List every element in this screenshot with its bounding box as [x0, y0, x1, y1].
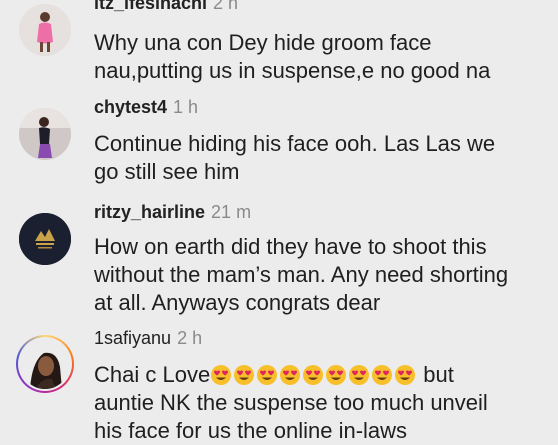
- comment-line: at all. Anyways congrats dear: [94, 290, 381, 315]
- comment-text: Continue hiding his face ooh. Las Las we…: [94, 130, 544, 186]
- smiling-face-with-heart-eyes-emoji: [210, 364, 232, 386]
- comment-text-end: but: [417, 362, 454, 387]
- smiling-face-with-heart-eyes-emoji: [256, 364, 278, 386]
- comment-line: Chai c Love but: [94, 361, 544, 389]
- comment-text: How on earth did they have to shoot this…: [94, 233, 544, 317]
- pink-dress-avatar-icon[interactable]: [19, 4, 71, 56]
- comment-line: How on earth did they have to shoot this: [94, 234, 487, 259]
- comment-line: go still see him: [94, 159, 240, 184]
- smiling-face-with-heart-eyes-emoji: [371, 364, 393, 386]
- timestamp: 2 h: [177, 328, 203, 348]
- comment-line: without the mam’s man. Any need shorting: [94, 262, 509, 287]
- smiling-face-with-heart-eyes-emoji: [302, 364, 324, 386]
- comment-text: Chai c Love but auntie NK the suspense t…: [94, 361, 544, 445]
- comment-meta: chytest4 1 h: [94, 96, 198, 118]
- smiling-face-with-heart-eyes-emoji: [394, 364, 416, 386]
- comment-meta: 1safiyanu 2 h: [94, 327, 202, 349]
- woman-photo-avatar-icon[interactable]: [19, 108, 71, 160]
- smiling-face-with-heart-eyes-emoji: [325, 364, 347, 386]
- timestamp: 21 m: [211, 202, 252, 222]
- gold-logo-avatar-icon[interactable]: [19, 213, 71, 265]
- smiling-face-with-heart-eyes-emoji: [279, 364, 301, 386]
- comment-line: auntie NK the suspense too much unveil: [94, 390, 488, 415]
- comment-text-start: Chai c Love: [94, 362, 211, 387]
- username[interactable]: chytest4: [94, 97, 167, 117]
- comment-meta: itz_ifesinachi 2 h: [94, 0, 238, 14]
- comment-text: Why una con Dey hide groom face nau,putt…: [94, 29, 544, 85]
- smiling-face-with-heart-eyes-emoji: [348, 364, 370, 386]
- comment-line: his face for us the online in-laws: [94, 418, 408, 443]
- portrait-avatar-icon[interactable]: [20, 339, 70, 389]
- username[interactable]: 1safiyanu: [94, 328, 171, 348]
- username[interactable]: ritzy_hairline: [94, 202, 205, 222]
- emoji-row: [210, 362, 417, 387]
- comment-meta: ritzy_hairline 21 m: [94, 201, 251, 223]
- comment-line: Continue hiding his face ooh. Las Las we: [94, 131, 496, 156]
- timestamp: 1 h: [173, 97, 199, 117]
- comment-line: Why una con Dey hide groom face: [94, 30, 432, 55]
- comment-line: nau,putting us in suspense,e no good na: [94, 58, 491, 83]
- username[interactable]: itz_ifesinachi: [94, 0, 207, 13]
- timestamp: 2 h: [213, 0, 239, 13]
- smiling-face-with-heart-eyes-emoji: [233, 364, 255, 386]
